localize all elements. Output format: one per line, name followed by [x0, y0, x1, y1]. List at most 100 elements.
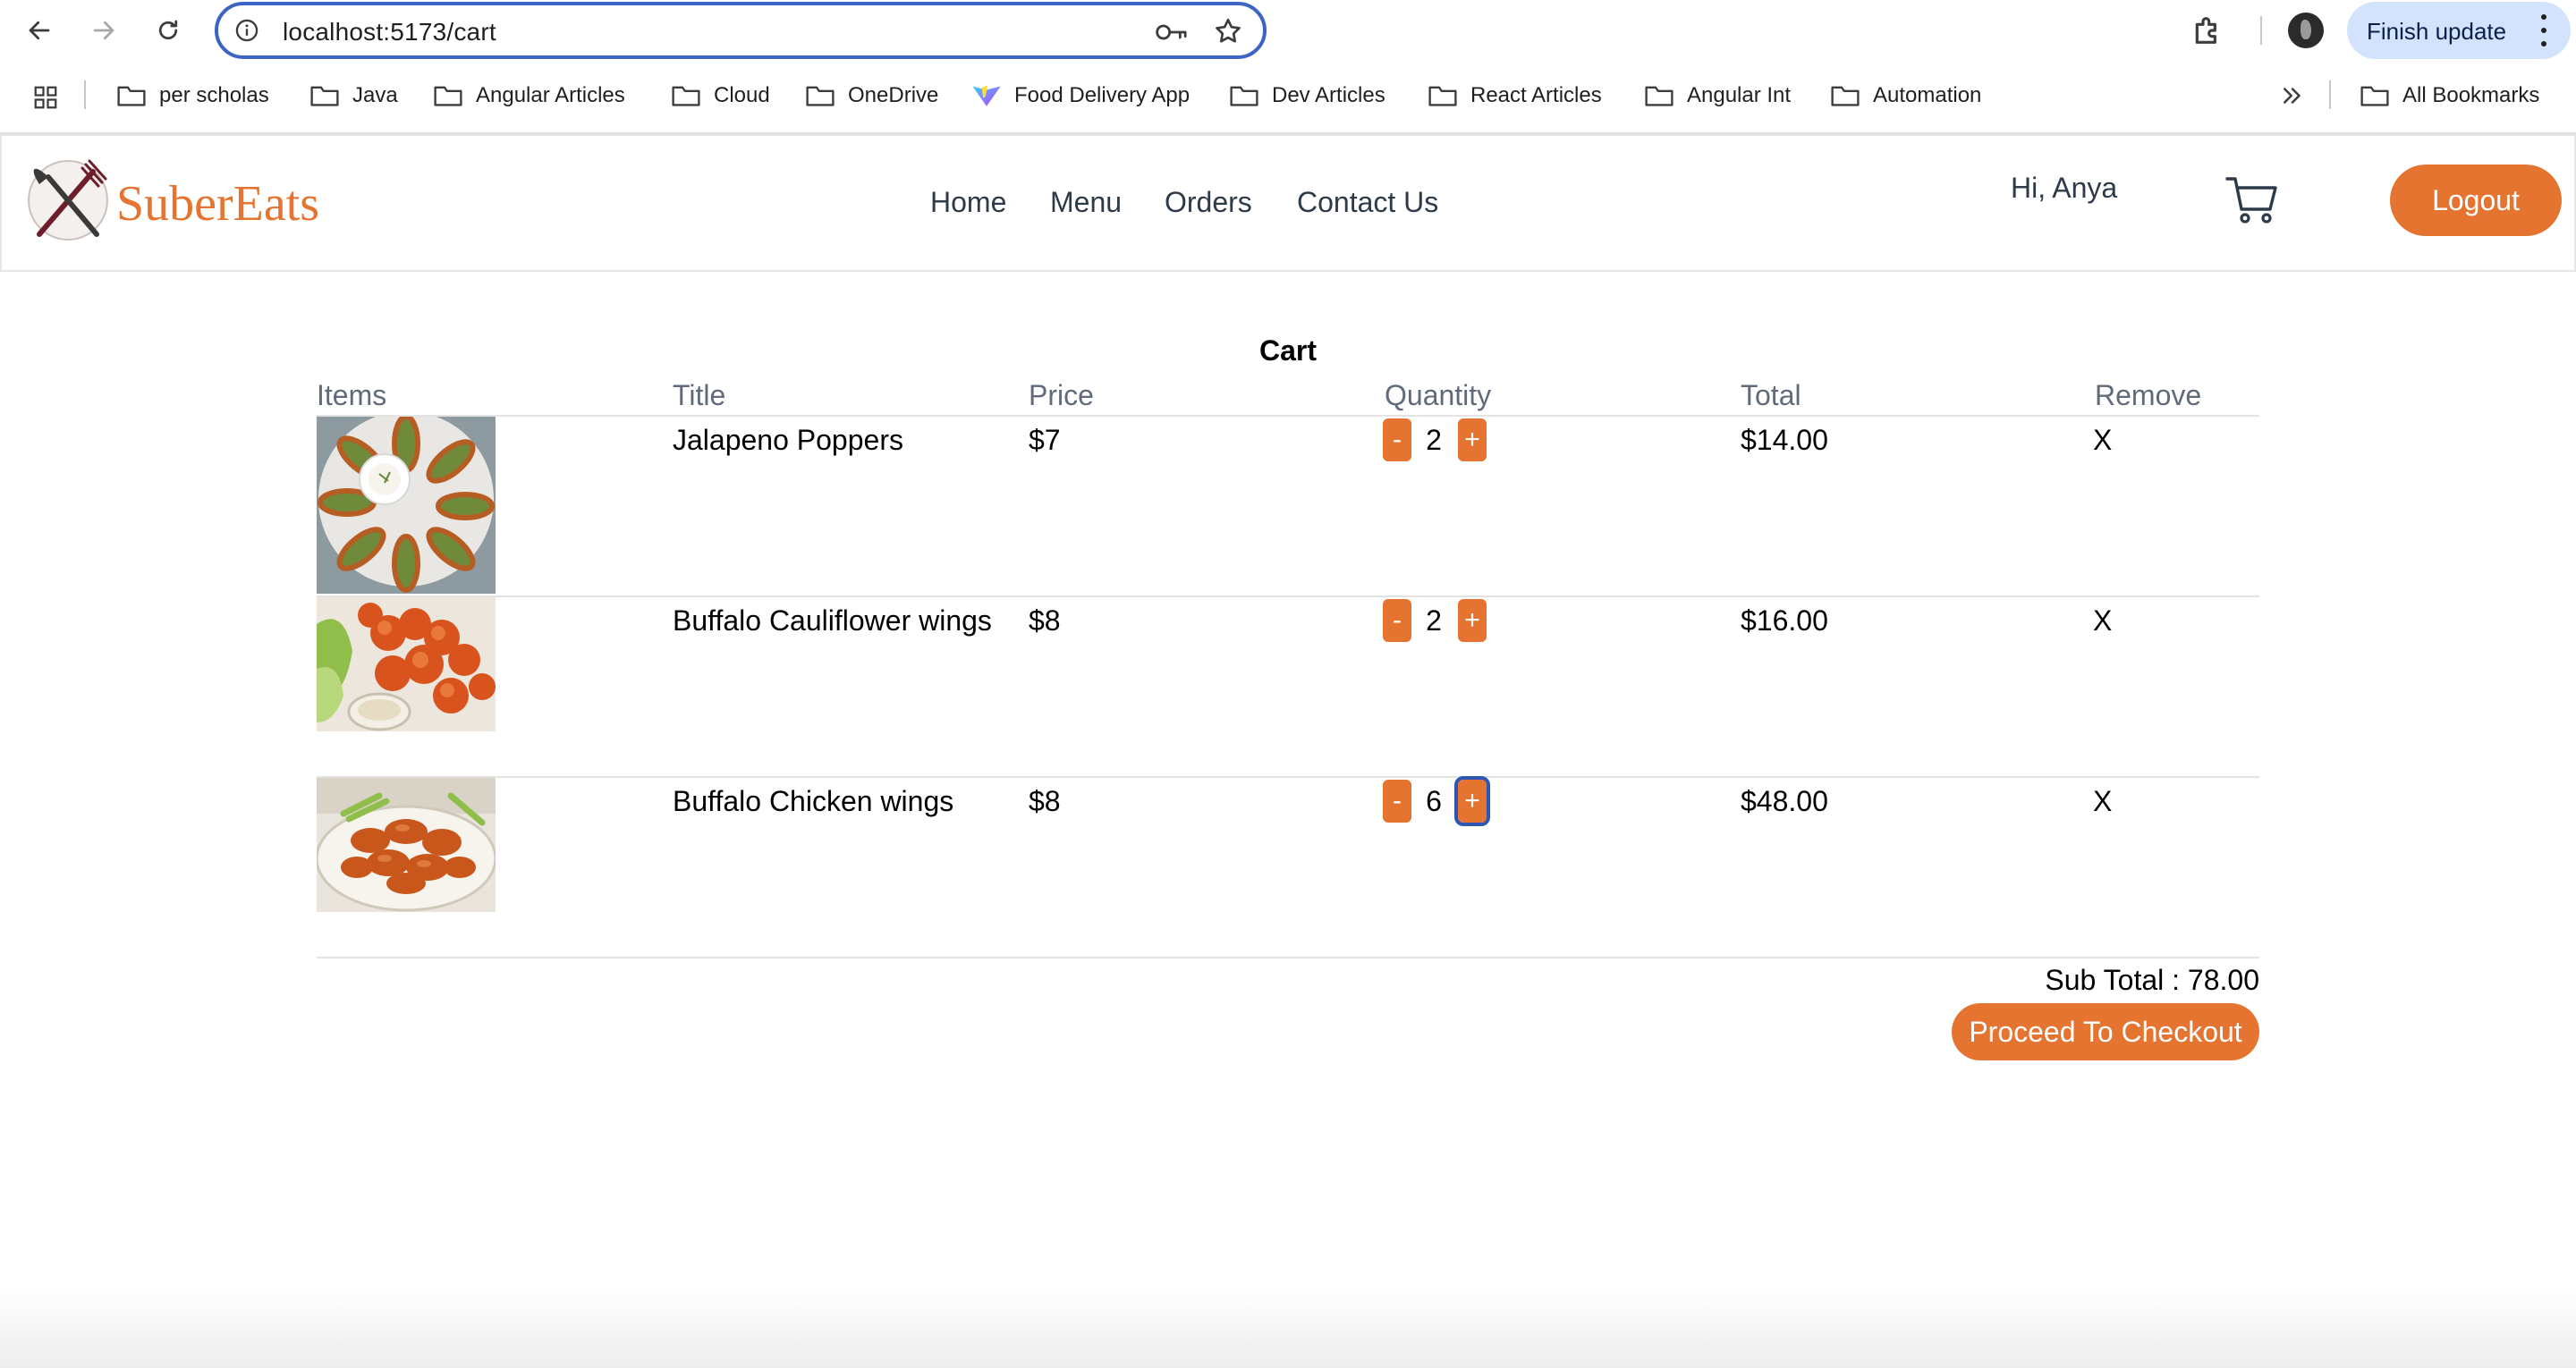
extensions-icon[interactable] [2190, 13, 2225, 48]
bookmark-label: React Articles [1470, 83, 1602, 107]
bookmarks-bar: per scholas Java Angular Articles Cloud … [0, 70, 2576, 122]
item-price: $8 [1029, 604, 1061, 637]
item-quantity: 6 [1426, 785, 1442, 817]
profile-avatar[interactable] [2288, 13, 2324, 48]
column-header-items: Items [317, 379, 387, 411]
item-quantity: 2 [1426, 604, 1442, 637]
back-button[interactable] [20, 11, 59, 50]
fork-knife-logo-icon[interactable] [23, 156, 113, 245]
bookmarks-separator [84, 80, 86, 109]
remove-item-button[interactable]: X [2093, 785, 2112, 818]
column-header-quantity: Quantity [1385, 379, 1492, 411]
remove-item-button[interactable]: X [2093, 424, 2112, 457]
logout-button[interactable]: Logout [2390, 165, 2562, 236]
bookmark-java[interactable]: Java [309, 79, 398, 113]
bookmark-label: Java [352, 83, 398, 107]
item-title: Buffalo Chicken wings [673, 785, 954, 817]
column-header-title: Title [673, 379, 726, 411]
decrease-quantity-button[interactable]: - [1383, 418, 1411, 461]
folder-icon [2360, 86, 2389, 106]
brand-name[interactable]: SuberEats [116, 175, 319, 232]
info-icon[interactable] [234, 18, 259, 43]
increase-quantity-button[interactable]: + [1454, 776, 1490, 826]
bookmark-automation[interactable]: Automation [1830, 79, 1981, 113]
nav-contact-us[interactable]: Contact Us [1297, 186, 1438, 219]
forward-button[interactable] [84, 11, 123, 50]
bookmark-onedrive[interactable]: OneDrive [805, 79, 938, 113]
user-greeting: Hi, Anya [2011, 172, 2118, 204]
arrow-right-icon [93, 21, 114, 40]
bookmark-label: Dev Articles [1272, 83, 1385, 107]
bookmark-label: Angular Articles [476, 83, 625, 107]
column-header-total: Total [1741, 379, 1801, 411]
increase-quantity-button[interactable]: + [1458, 599, 1487, 642]
table-divider [317, 415, 2259, 417]
folder-icon [1428, 86, 1457, 106]
folder-icon [1230, 86, 1258, 106]
folder-icon [1831, 86, 1860, 106]
remove-item-button[interactable]: X [2093, 604, 2112, 638]
item-total: $48.00 [1741, 785, 1828, 817]
item-quantity: 2 [1426, 424, 1442, 456]
vite-logo-icon [972, 85, 1001, 106]
reload-icon [158, 20, 178, 40]
page-bottom-shadow [0, 1288, 2576, 1368]
nav-home[interactable]: Home [930, 186, 1006, 219]
buffalo-chicken-wings-photo [317, 778, 496, 912]
url-text[interactable]: localhost:5173/cart [283, 18, 496, 46]
table-row-divider [317, 595, 2259, 597]
bookmark-food-delivery-app[interactable]: Food Delivery App [971, 79, 1190, 113]
address-bar[interactable]: localhost:5173/cart [215, 2, 1267, 59]
app-header: SuberEats Home Menu Orders Contact Us Hi… [0, 134, 2576, 272]
apps-grid-icon[interactable] [32, 84, 59, 111]
item-total: $14.00 [1741, 424, 1828, 456]
folder-icon [1645, 86, 1674, 106]
bookmark-label: Angular Int [1687, 83, 1792, 107]
nav-orders[interactable]: Orders [1165, 186, 1252, 219]
column-header-price: Price [1029, 379, 1094, 411]
bookmarks-separator [2329, 80, 2331, 109]
finish-update-button[interactable]: Finish update [2347, 2, 2571, 59]
bookmark-label: OneDrive [848, 83, 939, 107]
buffalo-cauliflower-wings-photo [317, 597, 496, 731]
increase-quantity-button[interactable]: + [1458, 418, 1487, 461]
bookmark-dev-articles[interactable]: Dev Articles [1229, 79, 1385, 113]
item-title: Buffalo Cauliflower wings [673, 604, 992, 637]
more-vert-icon[interactable] [2540, 14, 2547, 46]
item-price: $8 [1029, 785, 1061, 817]
finish-update-label: Finish update [2367, 18, 2507, 45]
folder-icon [310, 86, 339, 106]
proceed-to-checkout-button[interactable]: Proceed To Checkout [1952, 1003, 2259, 1060]
browser-toolbar: localhost:5173/cart Finish update [0, 0, 2576, 61]
bookmark-angular-articles[interactable]: Angular Articles [433, 79, 625, 113]
item-price: $7 [1029, 424, 1061, 456]
cart-title: Cart [1258, 334, 1317, 367]
bookmark-label: per scholas [159, 83, 269, 107]
bookmark-angular-int[interactable]: Angular Int [1644, 79, 1791, 113]
item-total: $16.00 [1741, 604, 1828, 637]
decrease-quantity-button[interactable]: - [1383, 780, 1411, 823]
star-icon[interactable] [1213, 16, 1243, 46]
all-bookmarks[interactable]: All Bookmarks [2360, 79, 2539, 113]
shopping-cart-icon[interactable] [2224, 172, 2281, 229]
table-bottom-divider [317, 957, 2259, 958]
bookmark-cloud[interactable]: Cloud [671, 79, 770, 113]
bookmark-label: Cloud [714, 83, 770, 107]
all-bookmarks-label: All Bookmarks [2402, 83, 2540, 107]
column-header-remove: Remove [2095, 379, 2202, 411]
jalapeno-poppers-photo [317, 417, 496, 594]
bookmark-react-articles[interactable]: React Articles [1428, 79, 1602, 113]
folder-icon [434, 86, 462, 106]
chevron-double-right-icon[interactable] [2279, 82, 2306, 109]
folder-icon [117, 86, 146, 106]
bookmark-per-scholas[interactable]: per scholas [116, 79, 269, 113]
item-title: Jalapeno Poppers [673, 424, 903, 456]
nav-menu[interactable]: Menu [1050, 186, 1122, 219]
bookmark-label: Food Delivery App [1014, 83, 1191, 107]
folder-icon [672, 86, 700, 106]
reload-button[interactable] [148, 11, 188, 50]
key-icon[interactable] [1154, 20, 1190, 45]
bookmark-label: Automation [1873, 83, 1982, 107]
decrease-quantity-button[interactable]: - [1383, 599, 1411, 642]
table-row-divider [317, 776, 2259, 778]
